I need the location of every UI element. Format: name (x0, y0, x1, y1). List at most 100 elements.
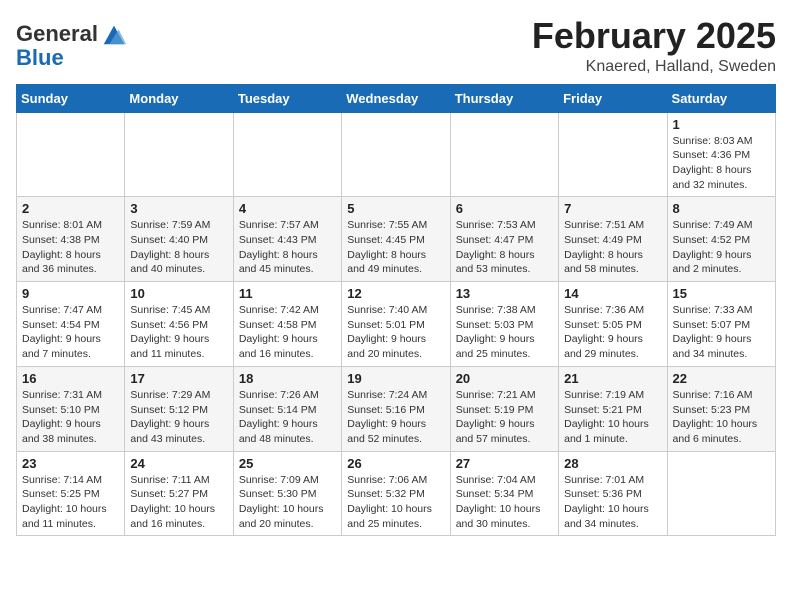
calendar-cell: 21 Sunrise: 7:19 AM Sunset: 5:21 PM Dayli… (559, 366, 667, 451)
calendar-cell: 27Sunrise: 7:04 AM Sunset: 5:34 PM Dayli… (450, 451, 558, 536)
calendar-cell: 28 Sunrise: 7:01 AM Sunset: 5:36 PM Dayli… (559, 451, 667, 536)
calendar-cell: 2 Sunrise: 8:01 AM Sunset: 4:38 PM Daylig… (17, 197, 125, 282)
calendar-cell: 24 Sunrise: 7:11 AM Sunset: 5:27 PM Dayli… (125, 451, 233, 536)
calendar-week-2: 2 Sunrise: 8:01 AM Sunset: 4:38 PM Daylig… (17, 197, 776, 282)
logo-text: General (16, 22, 98, 46)
logo: General Blue (16, 20, 128, 70)
day-info: Sunrise: 7:29 AM Sunset: 5:12 PM Dayligh… (130, 388, 227, 447)
day-number: 15 (673, 286, 770, 301)
day-info: Sunrise: 7:14 AM Sunset: 5:25 PM Dayligh… (22, 473, 119, 532)
calendar-cell (667, 451, 775, 536)
day-info: Sunrise: 8:01 AM Sunset: 4:38 PM Dayligh… (22, 218, 119, 277)
logo-blue-text: Blue (16, 46, 64, 70)
day-number: 8 (673, 201, 770, 216)
calendar-cell: 20 Sunrise: 7:21 AM Sunset: 5:19 PM Dayli… (450, 366, 558, 451)
day-info: Sunrise: 7:19 AM Sunset: 5:21 PM Dayligh… (564, 388, 661, 447)
title-block: February 2025 Knaered, Halland, Sweden (532, 16, 776, 76)
day-number: 19 (347, 371, 444, 386)
calendar-cell: 3 Sunrise: 7:59 AM Sunset: 4:40 PM Daylig… (125, 197, 233, 282)
calendar-week-5: 23 Sunrise: 7:14 AM Sunset: 5:25 PM Dayli… (17, 451, 776, 536)
calendar-cell: 16Sunrise: 7:31 AM Sunset: 5:10 PM Dayli… (17, 366, 125, 451)
day-info: Sunrise: 7:55 AM Sunset: 4:45 PM Dayligh… (347, 218, 444, 277)
day-info: Sunrise: 7:57 AM Sunset: 4:43 PM Dayligh… (239, 218, 336, 277)
day-info: Sunrise: 7:51 AM Sunset: 4:49 PM Dayligh… (564, 218, 661, 277)
day-number: 5 (347, 201, 444, 216)
day-info: Sunrise: 7:33 AM Sunset: 5:07 PM Dayligh… (673, 303, 770, 362)
day-info: Sunrise: 7:16 AM Sunset: 5:23 PM Dayligh… (673, 388, 770, 447)
calendar-cell: 14 Sunrise: 7:36 AM Sunset: 5:05 PM Dayli… (559, 282, 667, 367)
calendar-cell: 25Sunrise: 7:09 AM Sunset: 5:30 PM Dayli… (233, 451, 341, 536)
day-number: 18 (239, 371, 336, 386)
day-info: Sunrise: 7:11 AM Sunset: 5:27 PM Dayligh… (130, 473, 227, 532)
day-number: 7 (564, 201, 661, 216)
day-number: 10 (130, 286, 227, 301)
calendar-header-wednesday: Wednesday (342, 84, 450, 112)
day-number: 22 (673, 371, 770, 386)
calendar-cell (342, 112, 450, 197)
calendar-cell: 13 Sunrise: 7:38 AM Sunset: 5:03 PM Dayli… (450, 282, 558, 367)
day-info: Sunrise: 7:49 AM Sunset: 4:52 PM Dayligh… (673, 218, 770, 277)
calendar-week-3: 9 Sunrise: 7:47 AM Sunset: 4:54 PM Daylig… (17, 282, 776, 367)
day-info: Sunrise: 7:47 AM Sunset: 4:54 PM Dayligh… (22, 303, 119, 362)
day-info: Sunrise: 7:59 AM Sunset: 4:40 PM Dayligh… (130, 218, 227, 277)
day-number: 3 (130, 201, 227, 216)
calendar-cell (17, 112, 125, 197)
day-info: Sunrise: 7:42 AM Sunset: 4:58 PM Dayligh… (239, 303, 336, 362)
calendar-cell: 22 Sunrise: 7:16 AM Sunset: 5:23 PM Dayli… (667, 366, 775, 451)
day-number: 13 (456, 286, 553, 301)
day-info: Sunrise: 7:21 AM Sunset: 5:19 PM Dayligh… (456, 388, 553, 447)
day-number: 11 (239, 286, 336, 301)
day-number: 23 (22, 456, 119, 471)
day-info: Sunrise: 7:06 AM Sunset: 5:32 PM Dayligh… (347, 473, 444, 532)
logo-icon (100, 20, 128, 48)
day-number: 4 (239, 201, 336, 216)
day-number: 17 (130, 371, 227, 386)
day-info: Sunrise: 8:03 AM Sunset: 4:36 PM Dayligh… (673, 134, 770, 193)
calendar-cell (125, 112, 233, 197)
calendar-cell: 12 Sunrise: 7:40 AM Sunset: 5:01 PM Dayli… (342, 282, 450, 367)
calendar-cell: 23 Sunrise: 7:14 AM Sunset: 5:25 PM Dayli… (17, 451, 125, 536)
calendar-cell: 11 Sunrise: 7:42 AM Sunset: 4:58 PM Dayli… (233, 282, 341, 367)
day-number: 1 (673, 117, 770, 132)
calendar-header-tuesday: Tuesday (233, 84, 341, 112)
day-number: 26 (347, 456, 444, 471)
calendar-cell: 6 Sunrise: 7:53 AM Sunset: 4:47 PM Daylig… (450, 197, 558, 282)
calendar-cell (559, 112, 667, 197)
day-number: 21 (564, 371, 661, 386)
calendar-week-1: 1 Sunrise: 8:03 AM Sunset: 4:36 PM Daylig… (17, 112, 776, 197)
day-number: 24 (130, 456, 227, 471)
day-info: Sunrise: 7:36 AM Sunset: 5:05 PM Dayligh… (564, 303, 661, 362)
day-info: Sunrise: 7:26 AM Sunset: 5:14 PM Dayligh… (239, 388, 336, 447)
calendar-cell: 10 Sunrise: 7:45 AM Sunset: 4:56 PM Dayli… (125, 282, 233, 367)
day-info: Sunrise: 7:40 AM Sunset: 5:01 PM Dayligh… (347, 303, 444, 362)
day-info: Sunrise: 7:53 AM Sunset: 4:47 PM Dayligh… (456, 218, 553, 277)
day-number: 25 (239, 456, 336, 471)
calendar-cell: 4 Sunrise: 7:57 AM Sunset: 4:43 PM Daylig… (233, 197, 341, 282)
day-number: 6 (456, 201, 553, 216)
calendar-header-saturday: Saturday (667, 84, 775, 112)
calendar: SundayMondayTuesdayWednesdayThursdayFrid… (16, 84, 776, 537)
calendar-cell: 8 Sunrise: 7:49 AM Sunset: 4:52 PM Daylig… (667, 197, 775, 282)
month-title: February 2025 (532, 16, 776, 56)
day-number: 27 (456, 456, 553, 471)
day-number: 2 (22, 201, 119, 216)
day-info: Sunrise: 7:01 AM Sunset: 5:36 PM Dayligh… (564, 473, 661, 532)
day-number: 9 (22, 286, 119, 301)
calendar-header-friday: Friday (559, 84, 667, 112)
calendar-week-4: 16Sunrise: 7:31 AM Sunset: 5:10 PM Dayli… (17, 366, 776, 451)
calendar-cell: 15 Sunrise: 7:33 AM Sunset: 5:07 PM Dayli… (667, 282, 775, 367)
calendar-cell: 9 Sunrise: 7:47 AM Sunset: 4:54 PM Daylig… (17, 282, 125, 367)
location-title: Knaered, Halland, Sweden (532, 58, 776, 76)
calendar-cell: 5 Sunrise: 7:55 AM Sunset: 4:45 PM Daylig… (342, 197, 450, 282)
calendar-header-monday: Monday (125, 84, 233, 112)
day-info: Sunrise: 7:38 AM Sunset: 5:03 PM Dayligh… (456, 303, 553, 362)
day-number: 20 (456, 371, 553, 386)
day-number: 12 (347, 286, 444, 301)
day-info: Sunrise: 7:45 AM Sunset: 4:56 PM Dayligh… (130, 303, 227, 362)
calendar-cell (450, 112, 558, 197)
calendar-cell (233, 112, 341, 197)
day-number: 28 (564, 456, 661, 471)
calendar-cell: 19Sunrise: 7:24 AM Sunset: 5:16 PM Dayli… (342, 366, 450, 451)
header: General Blue February 2025 Knaered, Hall… (16, 16, 776, 76)
day-number: 14 (564, 286, 661, 301)
